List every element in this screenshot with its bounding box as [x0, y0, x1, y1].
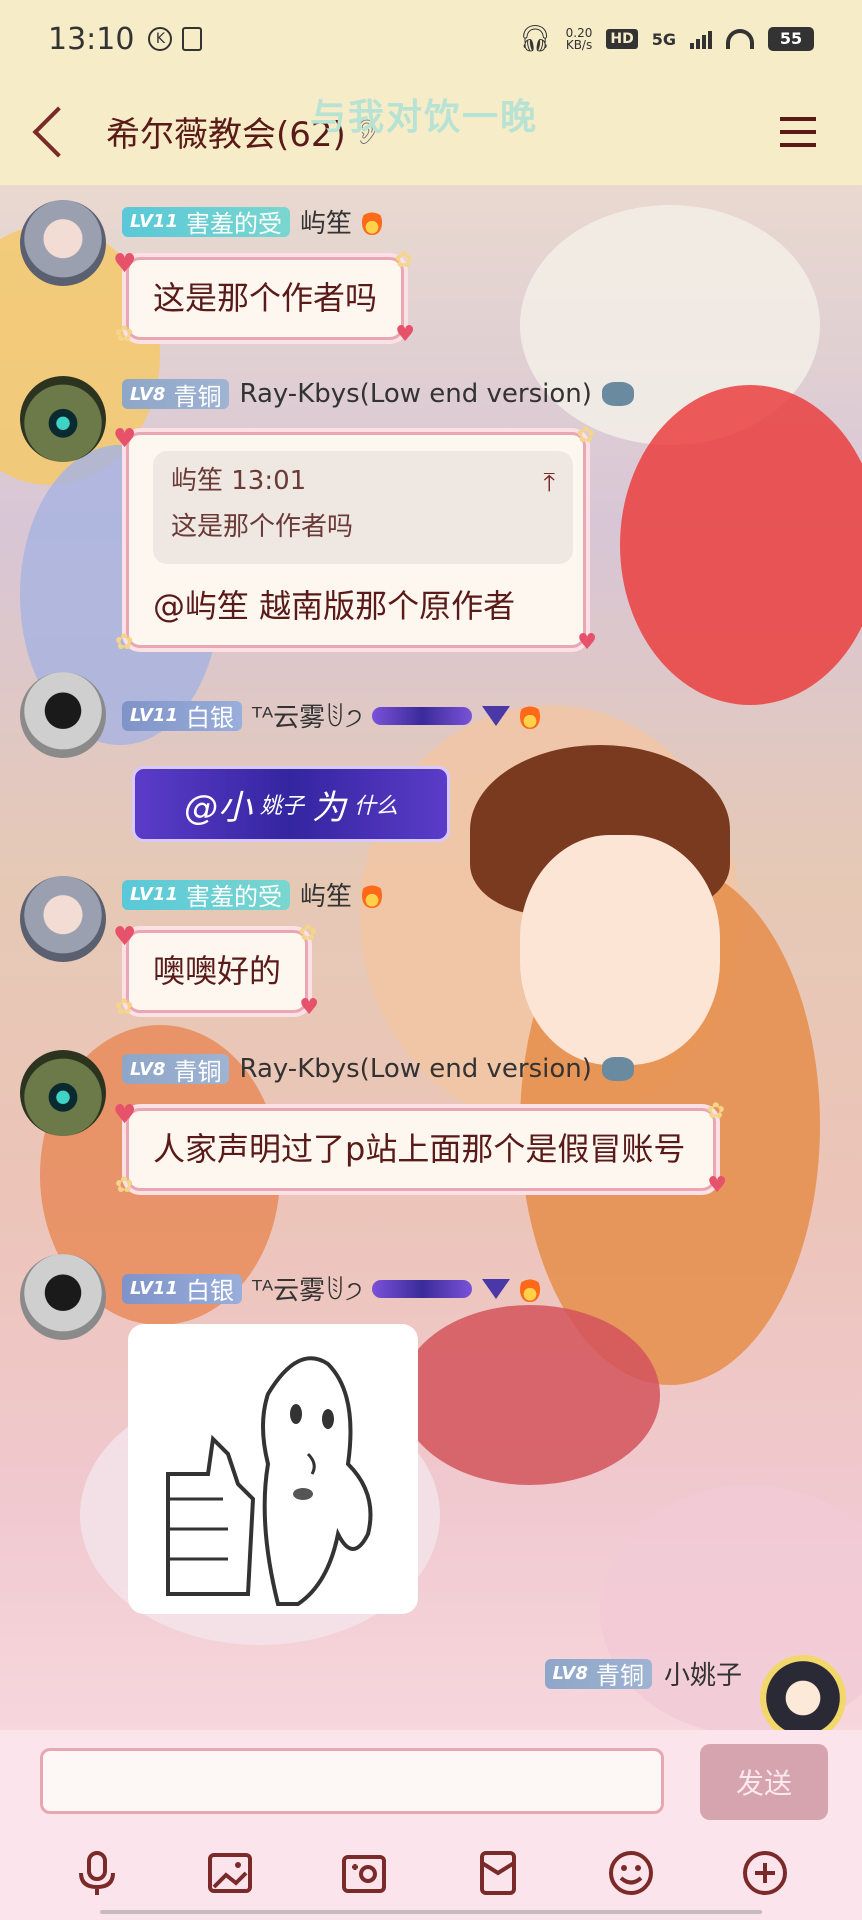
flame-icon	[520, 1275, 541, 1302]
message-bubble[interactable]: ♥ ✿ 这是那个作者吗 ✿ ♥	[113, 248, 415, 347]
flower-icon: ✿	[298, 921, 318, 946]
quote-header: 屿笙 13:01	[171, 466, 307, 496]
document-icon	[182, 27, 203, 51]
flower-icon: ✿	[115, 322, 134, 347]
level-badge: LV8 青铜	[122, 379, 230, 411]
level-badge: LV11 害羞的受	[122, 206, 290, 238]
avatar[interactable]	[20, 1050, 106, 1136]
thumbs-up-sticker[interactable]	[128, 1324, 418, 1614]
level-badge: LV11 白银	[122, 700, 242, 732]
heart-icon: ♥	[113, 1100, 137, 1130]
title-decoration	[372, 706, 473, 725]
sender-name[interactable]: 小姚子	[664, 1655, 742, 1692]
flower-icon: ✿	[394, 248, 414, 273]
message-bubble[interactable]: ♥ ✿ 人家声明过了p站上面那个是假冒账号 ✿ ♥	[113, 1099, 727, 1198]
k-app-icon: K	[148, 27, 173, 51]
sender-name[interactable]: Ray-Kbys(Low end version)	[239, 379, 591, 409]
message-input[interactable]	[40, 1748, 664, 1814]
avatar[interactable]	[20, 200, 106, 286]
flower-icon: ✿	[115, 1173, 134, 1198]
heart-icon: ♥	[707, 1173, 727, 1198]
flame-icon	[520, 702, 541, 729]
flower-icon: ✿	[576, 423, 595, 448]
hd-badge: HD	[606, 29, 638, 49]
dragon-icon	[601, 1057, 634, 1081]
message-text: 人家声明过了p站上面那个是假冒账号	[153, 1130, 686, 1168]
camera-icon[interactable]	[338, 1847, 390, 1899]
network-type: 5G	[651, 29, 676, 49]
triangle-badge-icon	[482, 705, 511, 726]
flower-icon: ✿	[115, 629, 134, 655]
title-decoration	[372, 1279, 473, 1298]
jump-to-top-icon[interactable]: ⤒	[544, 465, 556, 501]
message-text: 这是那个作者吗	[153, 279, 378, 317]
microphone-icon[interactable]	[71, 1847, 123, 1899]
my-avatar[interactable]	[760, 1655, 846, 1741]
image-icon[interactable]	[204, 1847, 256, 1899]
sender-name[interactable]: ᵀᴬ云雾ꂹ੭	[252, 1270, 362, 1307]
avatar[interactable]	[20, 876, 106, 962]
wifi-icon	[726, 29, 754, 49]
send-button[interactable]: 发送	[700, 1744, 828, 1820]
signal-icon	[690, 29, 712, 49]
red-packet-icon[interactable]	[472, 1847, 524, 1899]
sender-name[interactable]: Ray-Kbys(Low end version)	[239, 1054, 591, 1084]
input-bar: 发送	[0, 1730, 862, 1920]
message-text: @屿笙 越南版那个原作者	[153, 586, 516, 625]
message-bubble[interactable]: ♥ ✿ 噢噢好的 ✿ ♥	[113, 921, 319, 1020]
message-text: 噢噢好的	[153, 952, 282, 990]
heart-icon: ♥	[395, 322, 416, 347]
flower-icon: ✿	[115, 995, 134, 1020]
level-badge: LV11 白银	[122, 1273, 242, 1305]
headphone-icon: 🎧︎	[518, 24, 552, 54]
heart-icon: ♥	[299, 995, 320, 1020]
sender-name[interactable]: ᵀᴬ云雾ꂹ੭	[252, 697, 362, 734]
flower-icon: ✿	[706, 1099, 725, 1124]
triangle-badge-icon	[482, 1278, 511, 1299]
quote-text: 这是那个作者吗	[171, 512, 354, 543]
quoted-message[interactable]: 屿笙 13:01 这是那个作者吗 ⤒	[153, 451, 573, 564]
header-banner-text: 与我对饮一晚	[310, 97, 539, 138]
message-bubble[interactable]: ♥ ✿ 屿笙 13:01 这是那个作者吗 ⤒ @屿笙 越南版那个原作者 ✿ ♥	[113, 423, 597, 655]
flame-icon	[362, 208, 382, 235]
level-badge: LV8 青铜	[544, 1658, 652, 1690]
status-bar: 13:10 K 🎧︎ 0.20 KB/s HD 5G 55	[0, 0, 862, 78]
chat-header: 希尔薇教会(62) 👂︎ 与我对饮一晚	[0, 78, 862, 185]
message-bubble-purple[interactable]: @小 姚子 为 什么	[132, 766, 450, 842]
toolbar	[0, 1838, 862, 1908]
sender-name[interactable]: 屿笙	[300, 876, 352, 913]
back-arrow-icon[interactable]	[32, 106, 84, 157]
battery-indicator: 55	[768, 27, 814, 51]
sender-name[interactable]: 屿笙	[300, 203, 352, 240]
avatar[interactable]	[20, 1254, 106, 1340]
heart-icon: ♥	[113, 249, 137, 279]
heart-icon: ♥	[113, 424, 137, 454]
dragon-icon	[601, 382, 634, 406]
net-speed: 0.20 KB/s	[565, 26, 593, 52]
menu-icon[interactable]	[780, 116, 816, 147]
plus-icon[interactable]	[739, 1847, 791, 1899]
level-badge: LV8 青铜	[122, 1054, 230, 1086]
status-time: 13:10	[48, 21, 135, 57]
emoji-icon[interactable]	[605, 1847, 657, 1899]
heart-icon: ♥	[577, 629, 597, 655]
heart-icon: ♥	[113, 922, 137, 952]
flame-icon	[362, 881, 382, 908]
level-badge: LV11 害羞的受	[122, 879, 290, 911]
avatar[interactable]	[20, 672, 106, 758]
avatar[interactable]	[20, 376, 106, 462]
home-indicator	[100, 1910, 762, 1914]
